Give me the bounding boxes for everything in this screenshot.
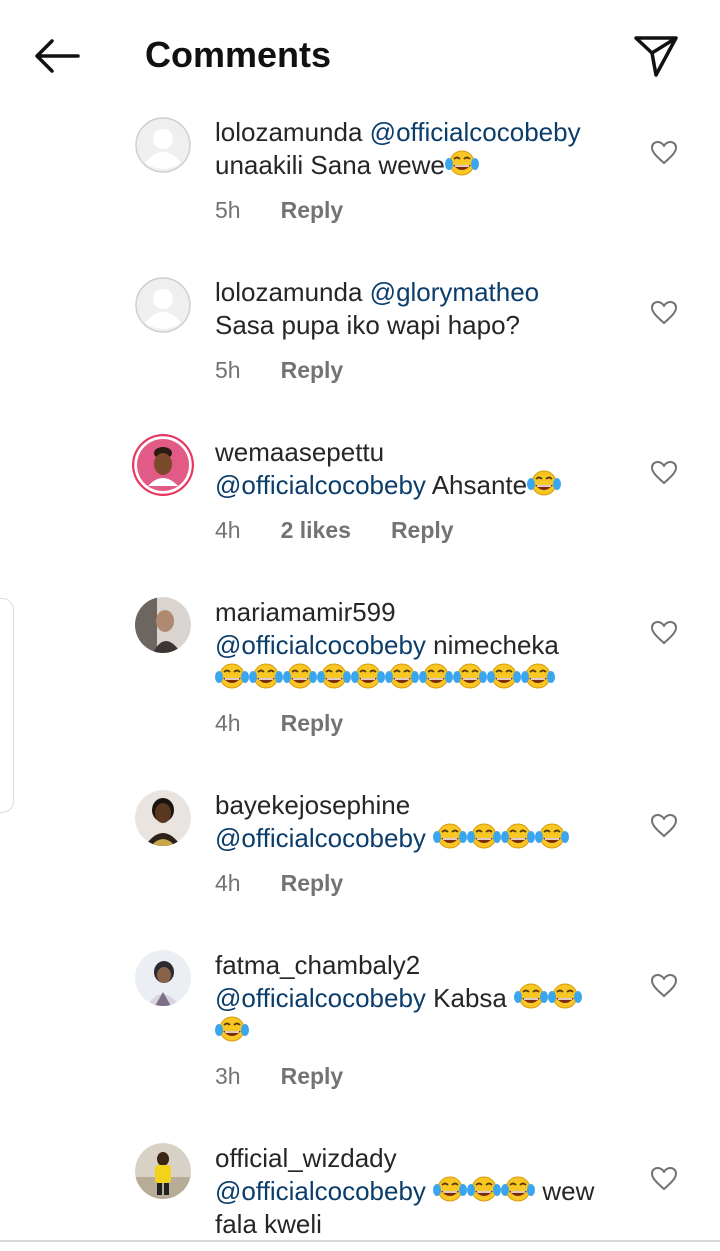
comment-mention[interactable]: @officialcocobeby bbox=[215, 823, 426, 853]
comment-mention[interactable]: @glorymatheo bbox=[370, 277, 539, 307]
heart-icon[interactable] bbox=[650, 299, 678, 327]
page-title: Comments bbox=[145, 34, 332, 75]
face-with-tears-of-joy-icon bbox=[535, 823, 569, 851]
comment-text: Kabsa bbox=[425, 983, 515, 1013]
reply-button[interactable]: Reply bbox=[281, 870, 344, 897]
side-panel-edge bbox=[0, 598, 14, 813]
bottom-divider bbox=[0, 1240, 720, 1242]
reply-button[interactable]: Reply bbox=[391, 517, 454, 544]
reply-button[interactable]: Reply bbox=[281, 1063, 344, 1090]
reply-button[interactable]: Reply bbox=[281, 710, 344, 737]
comment-username[interactable]: wemaasepettu bbox=[215, 436, 635, 469]
comment-username[interactable]: bayekejosephine bbox=[215, 789, 635, 822]
comment-time: 4h bbox=[215, 710, 241, 736]
face-with-tears-of-joy-icon bbox=[419, 663, 453, 691]
avatar-image bbox=[135, 1143, 191, 1199]
heart-icon[interactable] bbox=[650, 972, 678, 1000]
face-with-tears-of-joy-icon bbox=[467, 823, 501, 851]
face-with-tears-of-joy-icon bbox=[215, 1016, 249, 1044]
face-with-tears-of-joy-icon bbox=[433, 823, 467, 851]
comment-username[interactable]: fatma_chambaly2 bbox=[215, 949, 635, 982]
avatar-image bbox=[135, 597, 191, 653]
comment-time: 5h bbox=[215, 357, 241, 383]
face-with-tears-of-joy-icon bbox=[283, 663, 317, 691]
comment-mention[interactable]: @officialcocobeby bbox=[215, 983, 426, 1013]
face-with-tears-of-joy-icon bbox=[514, 983, 548, 1011]
share-button[interactable] bbox=[630, 30, 682, 82]
avatar[interactable] bbox=[135, 117, 191, 173]
comment-username[interactable]: lolozamunda bbox=[215, 277, 362, 307]
comment-text-line2: fala kweli bbox=[215, 1209, 322, 1239]
comment-text: Ahsante bbox=[425, 470, 528, 500]
face-with-tears-of-joy-icon bbox=[453, 663, 487, 691]
header: Comments bbox=[0, 0, 720, 110]
comment-mention[interactable]: @officialcocobeby bbox=[215, 470, 426, 500]
heart-icon[interactable] bbox=[650, 812, 678, 840]
face-with-tears-of-joy-icon bbox=[501, 1176, 535, 1204]
face-with-tears-of-joy-icon bbox=[385, 663, 419, 691]
face-with-tears-of-joy-icon bbox=[527, 470, 561, 498]
comment-text: Sasa pupa iko wapi hapo? bbox=[215, 310, 521, 340]
avatar-image bbox=[132, 434, 194, 496]
comment-time: 4h bbox=[215, 517, 241, 543]
face-with-tears-of-joy-icon bbox=[467, 1176, 501, 1204]
face-with-tears-of-joy-icon bbox=[215, 663, 249, 691]
comment-time: 4h bbox=[215, 870, 241, 896]
heart-icon[interactable] bbox=[650, 139, 678, 167]
avatar[interactable] bbox=[132, 434, 194, 496]
face-with-tears-of-joy-icon bbox=[487, 663, 521, 691]
reply-button[interactable]: Reply bbox=[281, 197, 344, 224]
comment-mention[interactable]: @officialcocobeby bbox=[370, 117, 581, 147]
avatar[interactable] bbox=[135, 277, 191, 333]
avatar-image bbox=[135, 950, 191, 1006]
comment-mention[interactable]: @officialcocobeby bbox=[215, 1176, 426, 1206]
comment-text: nimecheka bbox=[425, 630, 559, 660]
heart-icon[interactable] bbox=[650, 459, 678, 487]
comment-username[interactable]: lolozamunda bbox=[215, 117, 362, 147]
comment-username[interactable]: mariamamir599 bbox=[215, 596, 635, 629]
avatar[interactable] bbox=[135, 790, 191, 846]
heart-icon[interactable] bbox=[650, 619, 678, 647]
comment-text: unaakili Sana wewe bbox=[215, 150, 445, 180]
heart-icon[interactable] bbox=[650, 1165, 678, 1193]
back-button[interactable] bbox=[30, 34, 82, 78]
comment-time: 5h bbox=[215, 197, 241, 223]
comment-text: wew bbox=[535, 1176, 595, 1206]
avatar[interactable] bbox=[135, 950, 191, 1006]
face-with-tears-of-joy-icon bbox=[433, 1176, 467, 1204]
avatar-image bbox=[135, 790, 191, 846]
face-with-tears-of-joy-icon bbox=[317, 663, 351, 691]
face-with-tears-of-joy-icon bbox=[501, 823, 535, 851]
face-with-tears-of-joy-icon bbox=[351, 663, 385, 691]
paper-plane-icon bbox=[634, 36, 678, 77]
emoji-row bbox=[215, 662, 635, 695]
face-with-tears-of-joy-icon bbox=[249, 663, 283, 691]
back-arrow-icon bbox=[35, 39, 80, 73]
comment-time: 3h bbox=[215, 1063, 241, 1089]
face-with-tears-of-joy-icon bbox=[548, 983, 582, 1011]
comment-mention[interactable]: @officialcocobeby bbox=[215, 630, 426, 660]
face-with-tears-of-joy-icon bbox=[445, 150, 479, 178]
face-with-tears-of-joy-icon bbox=[521, 663, 555, 691]
comment-username[interactable]: official_wizdady bbox=[215, 1142, 635, 1175]
avatar[interactable] bbox=[135, 1143, 191, 1199]
reply-button[interactable]: Reply bbox=[281, 357, 344, 384]
avatar[interactable] bbox=[135, 597, 191, 653]
likes-count[interactable]: 2 likes bbox=[281, 517, 351, 544]
